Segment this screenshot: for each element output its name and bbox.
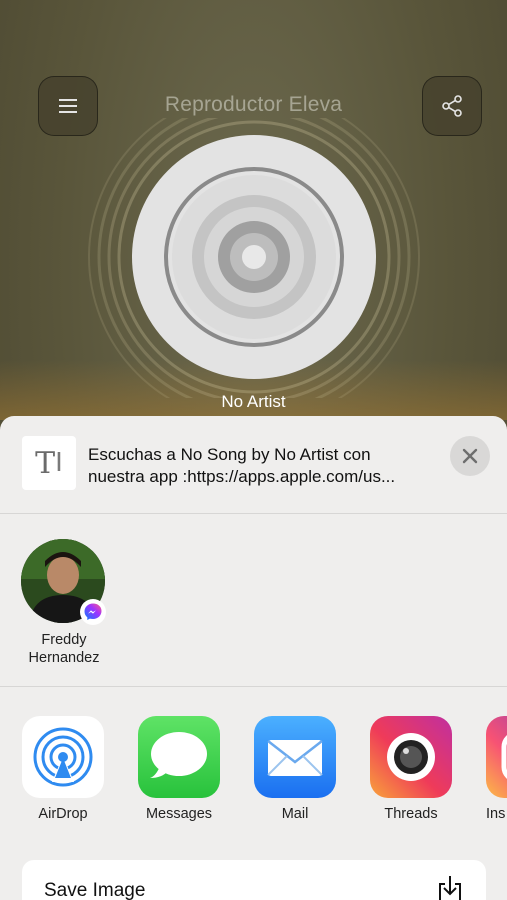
people-row: Freddy Hernandez <box>0 513 507 687</box>
app-mail[interactable]: Mail <box>254 716 336 822</box>
share-preview: TI Escuchas a No Song by No Artist con n… <box>0 416 507 514</box>
album-disc[interactable] <box>84 118 424 398</box>
mail-icon <box>254 716 336 798</box>
save-image-action[interactable]: Save Image <box>22 860 486 900</box>
threads-icon <box>370 716 452 798</box>
close-button[interactable] <box>450 436 490 476</box>
contact-first-name: Freddy <box>41 632 87 648</box>
app-label-instagram: Ins <box>486 806 506 822</box>
airdrop-icon <box>22 716 104 798</box>
app-threads[interactable]: Threads <box>370 716 452 822</box>
contact-last-name: Hernandez <box>28 650 100 666</box>
share-icon <box>442 95 462 117</box>
save-image-label: Save Image <box>44 880 146 900</box>
app-label-messages: Messages <box>145 806 213 822</box>
preview-line-1: Escuchas a No Song by No Artist con <box>88 445 371 464</box>
app-label-threads: Threads <box>384 806 438 822</box>
contact-name: Freddy Hernandez <box>10 631 118 667</box>
artist-label: No Artist <box>221 392 286 411</box>
app-label-airdrop: AirDrop <box>38 806 88 822</box>
share-button[interactable] <box>422 76 482 136</box>
app-messages[interactable]: Messages <box>138 716 220 822</box>
app-airdrop[interactable]: AirDrop <box>22 716 104 822</box>
preview-line-2: nuestra app :https://apps.apple.com/us..… <box>88 467 396 486</box>
app-instagram[interactable]: Ins <box>486 716 507 822</box>
share-sheet: TI Escuchas a No Song by No Artist con n… <box>0 416 507 900</box>
save-download-icon <box>439 876 461 900</box>
thumb-glyph: T <box>35 445 56 481</box>
app-label-mail: Mail <box>281 806 309 822</box>
close-icon <box>462 448 478 464</box>
text-document-icon: TI <box>22 436 76 490</box>
text-cursor: I <box>55 448 63 478</box>
share-preview-text: Escuchas a No Song by No Artist con nues… <box>88 444 438 488</box>
messages-icon <box>138 716 220 798</box>
messenger-icon <box>80 599 106 625</box>
instagram-icon <box>486 716 507 798</box>
apps-row: AirDrop Messages Mail Threads Ins <box>0 686 507 846</box>
